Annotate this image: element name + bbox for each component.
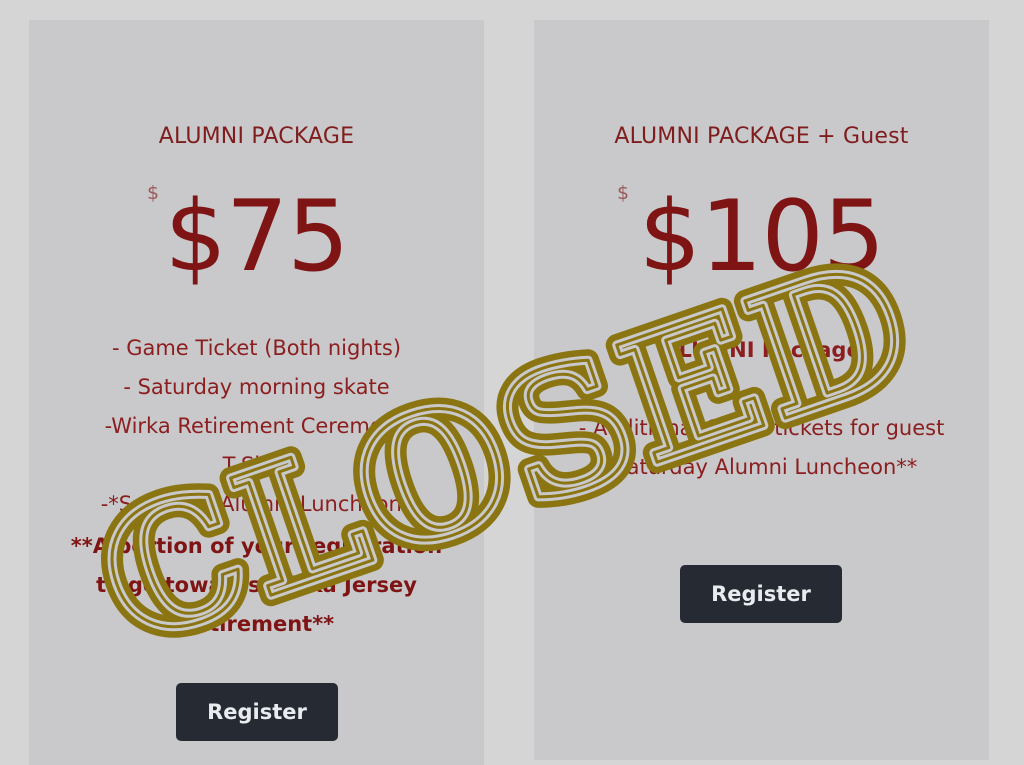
- pricing-page: ALUMNI PACKAGE $ $75 - Game Ticket (Both…: [0, 0, 1024, 765]
- feature-list: ALUMNI Package - Additional Game tickets…: [534, 331, 989, 487]
- pricing-card-alumni-guest: ALUMNI PACKAGE + Guest $ $105 ALUMNI Pac…: [534, 20, 989, 760]
- package-title: ALUMNI PACKAGE + Guest: [614, 124, 909, 149]
- feature-item: T-Shirt: [222, 453, 291, 477]
- feature-item: - Additional Game tickets for guest: [578, 416, 945, 440]
- registration-note: **A portion of your registration to go t…: [70, 534, 443, 636]
- package-title: ALUMNI PACKAGE: [158, 124, 355, 149]
- feature-item: - Game Ticket (Both nights): [111, 336, 402, 360]
- package-price: $105: [638, 180, 885, 294]
- register-button-alumni-guest[interactable]: Register: [680, 565, 842, 623]
- package-price: $75: [164, 180, 349, 294]
- feature-list: - Game Ticket (Both nights) - Saturday m…: [29, 329, 484, 524]
- feature-item: - Saturday morning skate: [123, 375, 390, 399]
- pricing-card-alumni: ALUMNI PACKAGE $ $75 - Game Ticket (Both…: [29, 20, 484, 765]
- register-button-alumni[interactable]: Register: [176, 683, 338, 741]
- feature-spacer: [534, 370, 989, 409]
- feature-item: -Saturday Alumni Luncheon**: [605, 455, 918, 479]
- feature-item-bold: ALUMNI Package: [662, 338, 861, 362]
- feature-item: -*Saturday Alumni Luncheon*: [100, 492, 413, 516]
- feature-item: -Wirka Retirement Ceremony: [104, 414, 409, 438]
